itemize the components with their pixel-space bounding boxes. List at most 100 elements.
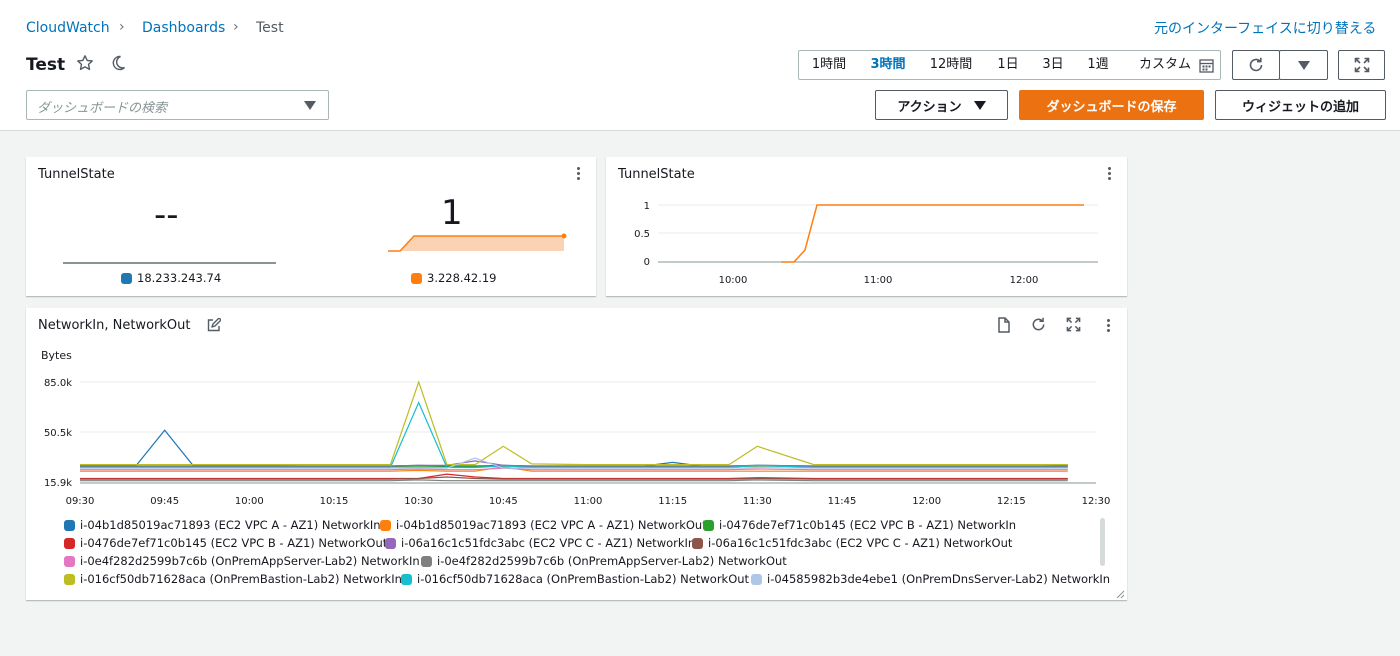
time-range-1d[interactable]: 1日 xyxy=(985,51,1031,79)
widget-title: TunnelState xyxy=(38,167,115,182)
legend-label: i-06a16c1c51fdc3abc (EC2 VPC C - AZ1) Ne… xyxy=(708,536,1013,550)
series-line xyxy=(80,380,1068,466)
series-line xyxy=(80,473,1068,480)
resize-handle-icon[interactable] xyxy=(1115,589,1125,599)
tunnelstate-chart: 1 0.5 0 10:00 11:00 12:00 xyxy=(634,201,1098,286)
legend-swatch xyxy=(401,573,412,585)
tunnel-right-value: 1 xyxy=(441,193,463,233)
x-tick-label: 10:30 xyxy=(404,496,433,507)
switch-interface-link[interactable]: 元のインターフェイスに切り替える xyxy=(1154,18,1376,38)
legend-swatch xyxy=(64,519,75,531)
y-tick-label: 85.0k xyxy=(44,378,72,389)
breadcrumb-dashboards[interactable]: Dashboards xyxy=(142,20,225,36)
legend-label: 18.233.243.74 xyxy=(137,271,222,285)
fullscreen-button[interactable] xyxy=(1338,50,1385,80)
tunnel-right-legend[interactable]: 3.228.42.19 xyxy=(411,271,497,285)
time-range-1h[interactable]: 1時間 xyxy=(799,51,859,79)
caret-down-icon xyxy=(1297,60,1310,70)
breadcrumb-separator-icon: › xyxy=(233,19,239,35)
legend-item[interactable]: i-0e4f282d2599b7c6b (OnPremAppServer-Lab… xyxy=(64,554,420,568)
add-widget-button[interactable]: ウィジェットの追加 xyxy=(1215,90,1386,120)
refresh-options-button[interactable] xyxy=(1279,50,1328,80)
dashboard-header: CloudWatch › Dashboards › Test 元のインターフェイ… xyxy=(0,0,1400,131)
x-tick-label: 09:45 xyxy=(150,496,179,507)
y-tick-label: 50.5k xyxy=(44,428,72,439)
legend-label: i-0e4f282d2599b7c6b (OnPremAppServer-Lab… xyxy=(437,554,787,568)
tunnel-left-legend[interactable]: 18.233.243.74 xyxy=(121,271,221,285)
y-tick-label: 0 xyxy=(644,257,650,268)
legend-label: 3.228.42.19 xyxy=(427,271,497,285)
legend-label: i-0476de7ef71c0b145 (EC2 VPC B - AZ1) Ne… xyxy=(719,518,1017,532)
x-tick-label: 10:00 xyxy=(235,496,264,507)
widget-menu-icon[interactable] xyxy=(577,167,581,182)
legend-item[interactable]: i-06a16c1c51fdc3abc (EC2 VPC C - AZ1) Ne… xyxy=(692,536,1012,550)
x-tick-label: 12:15 xyxy=(997,496,1026,507)
legend-swatch xyxy=(385,537,396,549)
legend-label: i-016cf50db71628aca (OnPremBastion-Lab2)… xyxy=(417,572,750,586)
legend-label: i-06a16c1c51fdc3abc (EC2 VPC C - AZ1) Ne… xyxy=(401,536,696,550)
legend-item[interactable]: i-0476de7ef71c0b145 (EC2 VPC B - AZ1) Ne… xyxy=(703,518,1016,532)
legend-swatch xyxy=(121,272,132,284)
actions-label: アクション xyxy=(897,99,962,115)
expand-icon xyxy=(1354,57,1369,73)
tunnel-right-sparkline xyxy=(388,233,567,252)
legend-label: i-0e4f282d2599b7c6b (OnPremAppServer-Lab… xyxy=(80,554,420,568)
legend-label: i-04585982b3de4ebe1 (OnPremDnsServer-Lab… xyxy=(767,572,1111,586)
page-title: Test xyxy=(26,55,66,75)
legend-label: i-0476de7ef71c0b145 (EC2 VPC B - AZ1) Ne… xyxy=(80,536,388,550)
legend-label: i-04b1d85019ac71893 (EC2 VPC A - AZ1) Ne… xyxy=(80,518,381,532)
search-placeholder: ダッシュボードの検索 xyxy=(37,101,168,116)
x-tick-label: 11:15 xyxy=(658,496,687,507)
dashboard-search-input[interactable]: ダッシュボードの検索 xyxy=(26,90,329,120)
x-tick-label: 12:00 xyxy=(912,496,941,507)
time-range-3d[interactable]: 3日 xyxy=(1031,51,1075,79)
time-range-3h[interactable]: 3時間 xyxy=(859,51,917,79)
x-tick-label: 10:00 xyxy=(719,275,748,286)
x-tick-label: 11:45 xyxy=(828,496,857,507)
x-tick-label: 11:00 xyxy=(574,496,603,507)
actions-dropdown-button[interactable]: アクション xyxy=(875,90,1008,120)
series-line xyxy=(80,400,1068,469)
legend-label: i-016cf50db71628aca (OnPremBastion-Lab2)… xyxy=(80,572,402,586)
x-tick-label: 12:00 xyxy=(1010,275,1039,286)
refresh-icon xyxy=(1249,57,1263,72)
x-tick-label: 12:30 xyxy=(1082,496,1111,507)
time-range-1w[interactable]: 1週 xyxy=(1075,51,1121,79)
x-tick-label: 10:45 xyxy=(489,496,518,507)
x-tick-label: 11:00 xyxy=(864,275,893,286)
y-tick-label: 0.5 xyxy=(634,229,650,240)
legend-item[interactable]: i-04585982b3de4ebe1 (OnPremDnsServer-Lab… xyxy=(751,572,1110,586)
save-dashboard-button[interactable]: ダッシュボードの保存 xyxy=(1019,90,1204,120)
time-range-selector: 1時間 3時間 12時間 1日 3日 1週 カスタム xyxy=(798,50,1221,80)
legend-item[interactable]: i-016cf50db71628aca (OnPremBastion-Lab2)… xyxy=(401,572,749,586)
network-chart: 85.0k 50.5k 15.9k 09:30 09:45 10:00 10:15 10… xyxy=(44,378,1111,507)
legend-item[interactable]: i-016cf50db71628aca (OnPremBastion-Lab2)… xyxy=(64,572,402,586)
network-widget: NetworkIn, NetworkOut Bytes 85.0k 50.5k … xyxy=(26,308,1127,600)
caret-down-icon xyxy=(973,100,986,110)
refresh-button[interactable] xyxy=(1232,50,1280,80)
legend-swatch xyxy=(64,537,75,549)
tunnelstate-line-widget: TunnelState 1 0.5 0 10:00 11:00 12:00 xyxy=(606,157,1127,296)
series-line xyxy=(80,429,1068,467)
legend-swatch xyxy=(380,519,391,531)
legend-item[interactable]: i-04b1d85019ac71893 (EC2 VPC A - AZ1) Ne… xyxy=(64,518,381,532)
time-range-12h[interactable]: 12時間 xyxy=(917,51,985,79)
tunnel-left-sparkline xyxy=(63,262,276,264)
x-tick-label: 10:15 xyxy=(320,496,349,507)
star-icon[interactable] xyxy=(76,54,94,77)
legend-item[interactable]: i-0e4f282d2599b7c6b (OnPremAppServer-Lab… xyxy=(421,554,787,568)
legend-swatch xyxy=(703,519,714,531)
legend-item[interactable]: i-0476de7ef71c0b145 (EC2 VPC B - AZ1) Ne… xyxy=(64,536,387,550)
legend-item[interactable]: i-04b1d85019ac71893 (EC2 VPC A - AZ1) Ne… xyxy=(380,518,707,532)
legend-swatch xyxy=(64,573,75,585)
legend-swatch xyxy=(421,555,432,567)
dark-mode-moon-icon[interactable] xyxy=(109,54,127,77)
x-tick-label: 11:30 xyxy=(743,496,772,507)
legend-swatch xyxy=(64,555,75,567)
breadcrumb-cloudwatch[interactable]: CloudWatch xyxy=(26,20,110,36)
legend-item[interactable]: i-06a16c1c51fdc3abc (EC2 VPC C - AZ1) Ne… xyxy=(385,536,695,550)
series-line xyxy=(80,479,1068,482)
calendar-icon[interactable] xyxy=(1199,58,1214,73)
legend-scrollbar[interactable] xyxy=(1100,518,1105,566)
time-range-custom[interactable]: カスタム xyxy=(1121,51,1191,79)
